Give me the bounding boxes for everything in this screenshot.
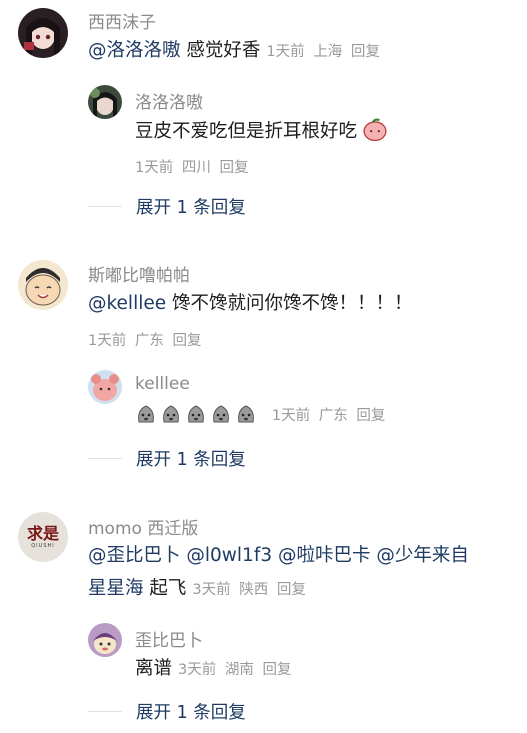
grey-face-emoji-icon: [238, 405, 254, 423]
comment-meta: 1天前 上海 回复: [266, 44, 380, 60]
avatar-purple-character-icon: [88, 623, 122, 657]
reply-text: 豆皮不爱吃但是折耳根好吃: [135, 117, 390, 145]
comment-text: @洛洛洛嗷 感觉好香 1天前 上海 回复: [88, 38, 384, 65]
avatar[interactable]: [88, 370, 122, 404]
avatar-pink-character-icon: [88, 370, 122, 404]
reply-button[interactable]: 回复: [172, 333, 201, 349]
comment-meta: 1天前 广东 回复: [88, 333, 202, 349]
reply-button[interactable]: 回复: [351, 44, 380, 60]
mention-link[interactable]: @洛洛洛嗷: [88, 40, 181, 61]
divider: [88, 711, 122, 712]
comment-text: @kelllee 馋不馋就问你馋不馋！！！！: [88, 293, 413, 314]
grey-face-emoji-icon: [188, 405, 204, 423]
reply-meta: 1天前 广东 回复: [271, 408, 386, 424]
comment-author[interactable]: momo 西迁版: [88, 514, 198, 539]
avatar-calligraphy-logo: 求是 QIUSHI: [18, 512, 68, 562]
reply-text: 离谱 3天前 湖南 回复: [135, 656, 295, 683]
reply-author[interactable]: 歪比巴卜: [135, 626, 203, 651]
peach-emoji-icon: [363, 118, 387, 141]
comment-text-continued: 星星海 起飞 3天前 陕西 回复: [88, 576, 310, 603]
expand-replies-button[interactable]: 展开 1 条回复: [88, 194, 246, 219]
reply-meta: 1天前 四川 回复: [135, 160, 249, 176]
avatar[interactable]: [18, 260, 68, 310]
divider: [88, 206, 122, 207]
reply-button[interactable]: 回复: [356, 408, 385, 424]
expand-replies-button[interactable]: 展开 1 条回复: [88, 699, 246, 724]
avatar-dark-hair-icon: [18, 8, 68, 58]
divider: [88, 458, 122, 459]
reply-author[interactable]: 洛洛洛嗷: [135, 88, 203, 113]
comment-text: @歪比巴卜 @l0wl1f3 @啦咔巴卡 @少年来自: [88, 543, 469, 569]
comment-author[interactable]: 斯嘟比噜帕帕: [88, 261, 190, 286]
mention-link[interactable]: @歪比巴卜 @l0wl1f3 @啦咔巴卡 @少年来自: [88, 545, 469, 566]
mention-link[interactable]: @kelllee: [88, 293, 166, 314]
avatar[interactable]: [88, 623, 122, 657]
grey-face-emoji-icon: [163, 405, 179, 423]
grey-face-emoji-icon: [213, 405, 229, 423]
avatar[interactable]: [18, 8, 68, 58]
avatar[interactable]: 求是 QIUSHI: [18, 512, 68, 562]
reply-author[interactable]: kelllee: [135, 374, 190, 394]
reply-button[interactable]: 回复: [262, 662, 291, 678]
grey-face-emoji-icon: [138, 405, 154, 423]
expand-replies-button[interactable]: 展开 1 条回复: [88, 446, 246, 471]
avatar-green-icon: [88, 85, 122, 119]
avatar-cartoon-face-icon: [18, 260, 68, 310]
sticker-emojis: [135, 404, 266, 425]
reply-button[interactable]: 回复: [219, 160, 248, 176]
reply-meta: 3天前 湖南 回复: [178, 662, 292, 678]
mention-link[interactable]: 星星海: [88, 578, 144, 599]
avatar[interactable]: [88, 85, 122, 119]
reply-text: 1天前 广东 回复: [135, 402, 389, 429]
comment-meta: 3天前 陕西 回复: [192, 582, 306, 598]
reply-button[interactable]: 回复: [277, 582, 306, 598]
comment-author[interactable]: 西西沫子: [88, 8, 156, 33]
